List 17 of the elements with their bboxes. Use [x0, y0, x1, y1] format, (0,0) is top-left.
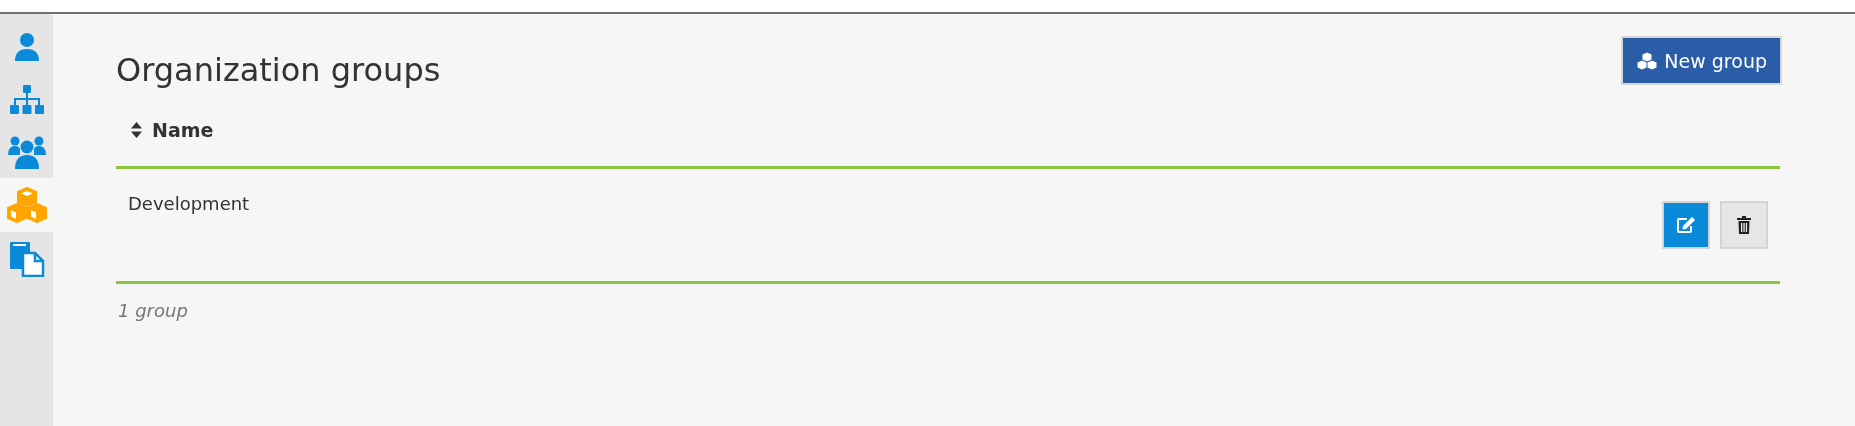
- trash-icon: [1737, 216, 1751, 234]
- cubes-icon: [1636, 51, 1659, 70]
- edit-icon: [1676, 216, 1696, 234]
- table-cell-text: Development: [127, 192, 250, 216]
- cubes-icon: [5, 187, 48, 223]
- column-header[interactable]: Name: [116, 115, 214, 141]
- users-icon: [7, 135, 46, 169]
- delete-button[interactable]: [1720, 201, 1768, 249]
- sidebar-item[interactable]: [0, 178, 53, 232]
- new-group-button[interactable]: New group: [1621, 36, 1782, 85]
- user-icon: [13, 32, 40, 62]
- group-count: 1 group: [118, 300, 189, 321]
- edit-button[interactable]: [1662, 201, 1710, 249]
- documents-icon: [8, 241, 45, 277]
- page-title: Organization groups: [116, 51, 441, 89]
- hierarchy-icon: [9, 85, 44, 115]
- sort-icon: [131, 122, 142, 138]
